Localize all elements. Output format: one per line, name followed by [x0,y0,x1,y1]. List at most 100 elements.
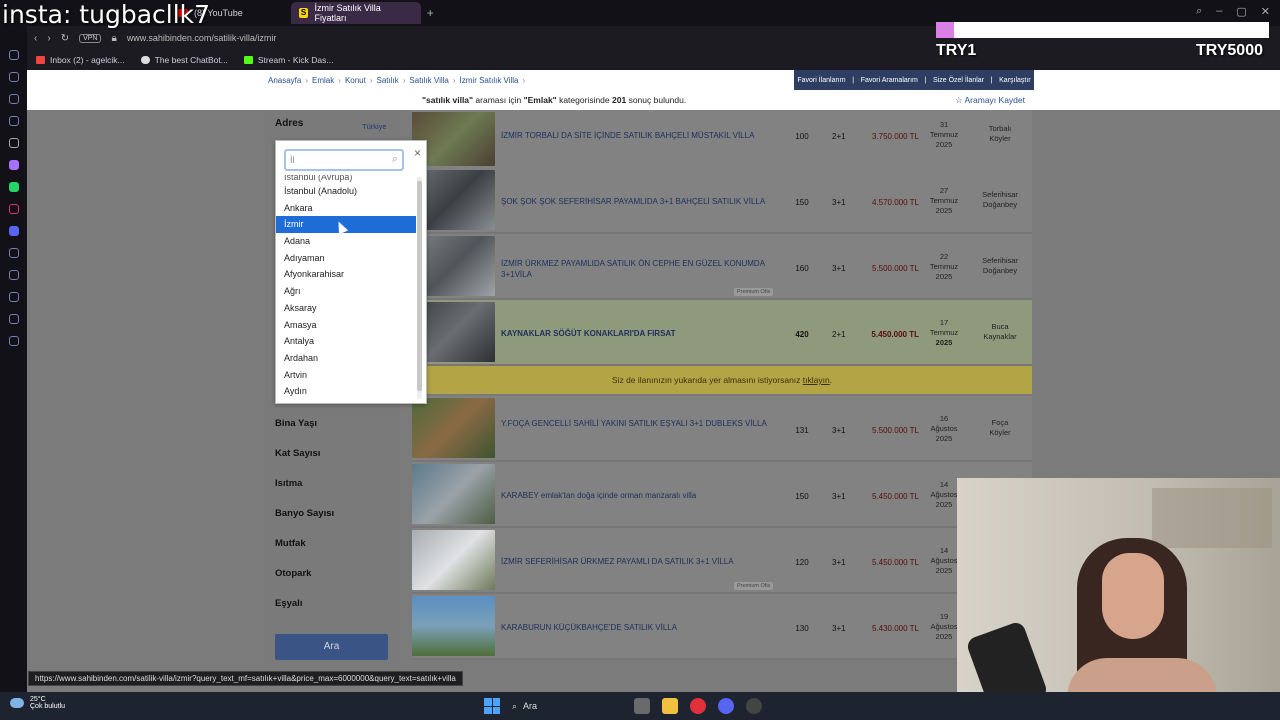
file-explorer-icon[interactable] [662,698,678,714]
table-row[interactable]: KAYNAKLAR SÖĞÜT KONAKLARI'DA FIRSAT 420 … [412,300,1032,366]
new-tab-button[interactable]: + [427,6,434,20]
favorite-searches-link[interactable]: Favori Aramalarım [861,77,918,84]
opera-gx-icon[interactable] [690,698,706,714]
sidebar-aria-icon[interactable] [8,50,19,60]
search-button[interactable]: Ara [275,634,388,660]
minimize-icon[interactable]: – [1216,5,1222,18]
windows-start-icon[interactable] [484,698,500,714]
sidebar-heart-icon[interactable] [8,270,19,280]
listing-title[interactable]: İZMİR SEFERİHİSAR ÜRKMEZ PAYAMLI DA SATI… [501,556,771,567]
table-row[interactable]: KARABURUN KÜÇÜKBAHÇE'DE SATILIK VİLLA 13… [412,594,1032,660]
kick-icon [243,56,253,64]
breadcrumb-item[interactable]: Satılık [377,76,399,85]
listing-m2: 100 [795,132,809,141]
save-search-link[interactable]: ☆ Aramayı Kaydet [955,95,1025,106]
bookmark-chatbot[interactable]: The best ChatBot... [140,55,228,65]
forward-icon[interactable]: › [47,33,50,44]
listing-title[interactable]: İZMİR ÜRKMEZ PAYAMLIDA SATILIK ÖN CEPHE … [501,258,771,280]
city-option[interactable]: Amasya [276,317,416,334]
filter-building-age[interactable]: Bina Yaşı [275,418,317,429]
sidebar-discord-icon[interactable] [8,226,19,236]
table-row[interactable]: İZMİR SEFERİHİSAR ÜRKMEZ PAYAMLI DA SATI… [412,528,1032,594]
sidebar-extensions-icon[interactable] [8,314,19,324]
sidebar-history-icon[interactable] [8,292,19,302]
compare-link[interactable]: Karşılaştır [999,77,1031,84]
table-row[interactable]: İZMİR TORBALI DA SİTE İÇİNDE SATILIK BAH… [412,110,1032,174]
table-row[interactable]: İZMİR ÜRKMEZ PAYAMLIDA SATILIK ÖN CEPHE … [412,234,1032,300]
status-url-tooltip: https://www.sahibinden.com/satilik-villa… [28,671,463,686]
sidebar-instagram-icon[interactable] [8,204,19,214]
city-option[interactable]: Ankara [276,200,416,217]
sidebar-bag-icon[interactable] [8,72,19,82]
breadcrumb-item[interactable]: Emlak [312,76,334,85]
discord-icon[interactable] [718,698,734,714]
special-listings-link[interactable]: Size Özel İlanlar [933,77,984,84]
city-option[interactable]: Adana [276,233,416,250]
sidebar-whatsapp-icon[interactable] [8,182,19,192]
close-icon[interactable]: × [414,146,421,160]
sidebar-messenger-icon[interactable] [8,116,19,126]
back-icon[interactable]: ‹ [34,33,37,44]
city-option[interactable]: Artvin [276,367,416,384]
city-option[interactable]: Afyonkarahisar [276,266,416,283]
breadcrumb-item[interactable]: Anasayfa [268,76,301,85]
listing-price: 5.450.000 TL [871,330,919,339]
listing-title[interactable]: KARABURUN KÜÇÜKBAHÇE'DE SATILIK VİLLA [501,622,771,633]
breadcrumb-item[interactable]: Konut [345,76,366,85]
app-icon[interactable] [746,698,762,714]
reload-icon[interactable]: ↻ [61,33,69,44]
maximize-icon[interactable]: ▢ [1236,5,1246,18]
favorite-listings-link[interactable]: Favori İlanlarım [797,77,845,84]
city-option[interactable]: Adıyaman [276,250,416,267]
sidebar-settings-icon[interactable] [8,336,19,346]
listing-title[interactable]: ŞOK ŞOK ŞOK SEFERİHİSAR PAYAMLIDA 3+1 BA… [501,196,771,207]
url-field[interactable]: www.sahibinden.com/satilik-villa/izmir [127,33,277,43]
city-option[interactable]: Aksaray [276,300,416,317]
vpn-badge[interactable]: VPN [79,33,102,43]
listing-title[interactable]: KARABEY emlak'tan doğa içinde orman manz… [501,490,771,501]
sidebar-wallet-icon[interactable] [8,94,19,104]
listing-title[interactable]: Y.FOÇA GENCELLİ SAHİLİ YAKINI SATILIK EŞ… [501,418,771,429]
city-option[interactable]: Ardahan [276,350,416,367]
sidebar-twitch-icon[interactable] [8,160,19,170]
listing-title[interactable]: KAYNAKLAR SÖĞÜT KONAKLARI'DA FIRSAT [501,328,771,339]
breadcrumb-item[interactable]: İzmir Satılık Villa [460,76,519,85]
search-icon[interactable]: ⌕ [1196,5,1202,18]
listing-thumbnail[interactable] [412,530,495,590]
country-label[interactable]: Türkiye [362,122,387,131]
breadcrumb-item[interactable]: Satılık Villa [409,76,448,85]
listing-title[interactable]: İZMİR TORBALI DA SİTE İÇİNDE SATILIK BAH… [501,130,771,141]
filter-kitchen[interactable]: Mutfak [275,538,306,549]
city-list-scrollbar[interactable] [417,177,422,399]
filter-heating[interactable]: Isıtma [275,478,302,489]
scrollbar-thumb[interactable] [417,181,422,391]
table-row[interactable]: KARABEY emlak'tan doğa içinde orman manz… [412,462,1032,528]
city-option[interactable]: İstanbul (Anadolu) [276,183,416,200]
listing-price: 5.500.000 TL [871,264,919,273]
listing-thumbnail[interactable] [412,398,495,458]
bookmark-gmail[interactable]: Inbox (2) - agelcik... [36,55,125,65]
listing-thumbnail[interactable] [412,596,495,656]
city-option[interactable]: Antalya [276,333,416,350]
tab-sahibinden[interactable]: S İzmir Satılık Villa Fiyatları [290,2,421,24]
table-row[interactable]: ŞOK ŞOK ŞOK SEFERİHİSAR PAYAMLIDA 3+1 BA… [412,168,1032,234]
filter-floor-count[interactable]: Kat Sayısı [275,448,320,459]
bookmark-kick[interactable]: Stream - Kick Das... [243,55,333,65]
table-row[interactable]: Y.FOÇA GENCELLİ SAHİLİ YAKINI SATILIK EŞ… [412,396,1032,462]
sidebar-player-icon[interactable] [8,248,19,258]
task-view-icon[interactable] [634,698,650,714]
sahibinden-favicon-icon: S [298,8,309,18]
promo-link[interactable]: tıklayın [803,375,830,385]
filter-parking[interactable]: Otopark [275,568,311,579]
filter-furnished[interactable]: Eşyalı [275,598,302,609]
city-option[interactable]: Ağrı [276,283,416,300]
city-option[interactable]: Aydın [276,383,416,400]
taskbar-search[interactable]: ⌕ Ara [512,696,622,716]
sidebar-ai-icon[interactable] [8,138,19,148]
city-option[interactable]: İstanbul (Avrupa) [276,175,416,183]
listing-thumbnail[interactable] [412,464,495,524]
filter-bathroom-count[interactable]: Banyo Sayısı [275,508,334,519]
city-search-input[interactable] [290,153,386,167]
weather-widget[interactable]: 25°C Çok bulutlu [10,696,65,710]
close-icon[interactable]: ✕ [1261,5,1270,18]
